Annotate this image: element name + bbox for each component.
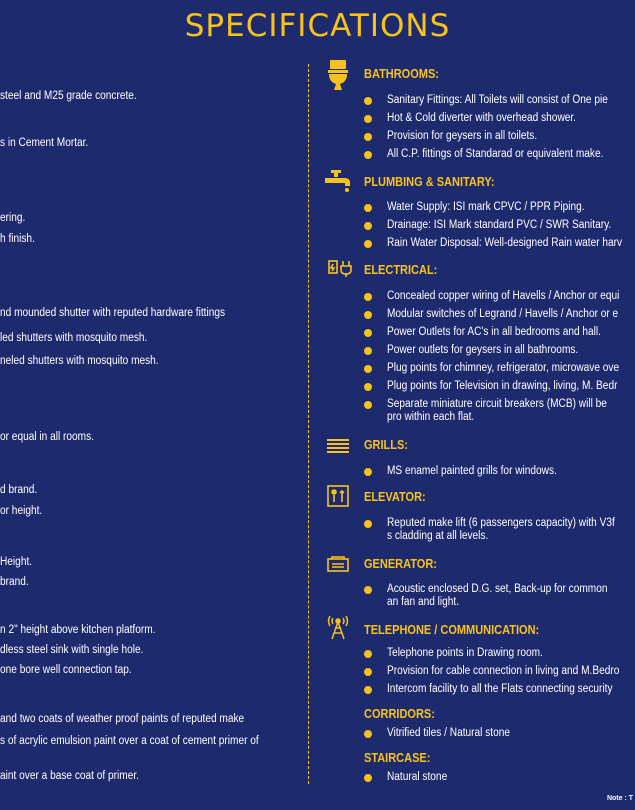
- list-item: Sanitary Fittings: All Toilets will cons…: [364, 94, 635, 107]
- list-item: Natural stone: [364, 771, 635, 784]
- list-item: Hot & Cold diverter with overhead shower…: [364, 112, 635, 125]
- section-title: BATHROOMS:: [364, 67, 439, 81]
- list-item: Plug points for chimney, refrigerator, m…: [364, 362, 635, 375]
- list-item: Plug points for Television in drawing, l…: [364, 380, 635, 393]
- list-item: Modular switches of Legrand / Havells / …: [364, 308, 635, 321]
- list-item: Provision for cable connection in living…: [364, 665, 635, 678]
- left-line: led shutters with mosquito mesh.: [0, 332, 148, 344]
- section-title: ELEVATOR:: [364, 490, 426, 504]
- faucet-icon: [325, 170, 351, 192]
- list-item: Provision for geysers in all toilets.: [364, 130, 635, 143]
- right-column: BATHROOMS: Sanitary Fittings: All Toilet…: [318, 0, 635, 810]
- elevator-icon: [327, 485, 349, 507]
- staircase-list: Natural stone: [364, 771, 635, 789]
- list-item: Drainage: ISI Mark standard PVC / SWR Sa…: [364, 219, 635, 232]
- telephone-list: Telephone points in Drawing room. Provis…: [364, 647, 635, 701]
- list-item: Rain Water Disposal: Well-designed Rain …: [364, 237, 635, 250]
- bathrooms-list: Sanitary Fittings: All Toilets will cons…: [364, 94, 635, 166]
- left-line: dless steel sink with single hole.: [0, 644, 144, 656]
- list-item: Concealed copper wiring of Havells / Anc…: [364, 290, 635, 303]
- left-line: steel and M25 grade concrete.: [0, 90, 137, 102]
- list-item: Water Supply: ISI mark CPVC / PPR Piping…: [364, 201, 635, 214]
- left-line: s of acrylic emulsion paint over a coat …: [0, 735, 259, 747]
- left-line: neled shutters with mosquito mesh.: [0, 355, 159, 367]
- section-title: ELECTRICAL:: [364, 263, 438, 277]
- list-item: Separate miniature circuit breakers (MCB…: [364, 398, 635, 424]
- section-title: STAIRCASE:: [364, 751, 431, 765]
- left-line: h finish.: [0, 233, 35, 245]
- left-line: brand.: [0, 576, 29, 588]
- left-column: steel and M25 grade concrete. s in Cemen…: [0, 0, 300, 810]
- list-item: All C.P. fittings of Standarad or equiva…: [364, 148, 635, 161]
- list-item: Telephone points in Drawing room.: [364, 647, 635, 660]
- column-divider: [308, 64, 309, 784]
- left-line: one bore well connection tap.: [0, 664, 132, 676]
- list-item: Power outlets for geysers in all bathroo…: [364, 344, 635, 357]
- footnote: Note : T: [606, 795, 633, 802]
- left-line: and two coats of weather proof paints of…: [0, 713, 245, 725]
- left-line: or equal in all rooms.: [0, 431, 94, 443]
- list-item: Power Outlets for AC's in all bedrooms a…: [364, 326, 635, 339]
- section-title: GENERATOR:: [364, 557, 437, 571]
- section-title: TELEPHONE / COMMUNICATION:: [364, 623, 540, 637]
- list-item: Intercom facility to all the Flats conne…: [364, 683, 635, 696]
- section-title: PLUMBING & SANITARY:: [364, 175, 495, 189]
- left-line: s in Cement Mortar.: [0, 137, 89, 149]
- electrical-list: Concealed copper wiring of Havells / Anc…: [364, 290, 635, 429]
- left-line: Height.: [0, 556, 33, 568]
- generator-list: Acoustic enclosed D.G. set, Back-up for …: [364, 583, 635, 614]
- left-line: or height.: [0, 505, 43, 517]
- left-line: nd mounded shutter with reputed hardware…: [0, 307, 226, 319]
- corridors-list: Vitrified tiles / Natural stone: [364, 727, 635, 745]
- list-item: Vitrified tiles / Natural stone: [364, 727, 635, 740]
- electrical-icon: [327, 258, 353, 280]
- list-item: Acoustic enclosed D.G. set, Back-up for …: [364, 583, 635, 609]
- left-line: n 2" height above kitchen platform.: [0, 624, 156, 636]
- section-title: GRILLS:: [364, 438, 408, 452]
- list-item: Reputed make lift (6 passengers capacity…: [364, 517, 635, 543]
- list-item: MS enamel painted grills for windows.: [364, 465, 635, 478]
- left-line: aint over a base coat of primer.: [0, 770, 139, 782]
- generator-icon: [327, 553, 349, 575]
- telephone-tower-icon: [327, 616, 349, 640]
- grills-list: MS enamel painted grills for windows.: [364, 465, 635, 483]
- left-line: ering.: [0, 212, 26, 224]
- toilet-icon: [327, 60, 349, 90]
- plumbing-list: Water Supply: ISI mark CPVC / PPR Piping…: [364, 201, 635, 255]
- section-title: CORRIDORS:: [364, 707, 435, 721]
- grill-icon: [327, 435, 349, 457]
- elevator-list: Reputed make lift (6 passengers capacity…: [364, 517, 635, 548]
- left-line: d brand.: [0, 484, 38, 496]
